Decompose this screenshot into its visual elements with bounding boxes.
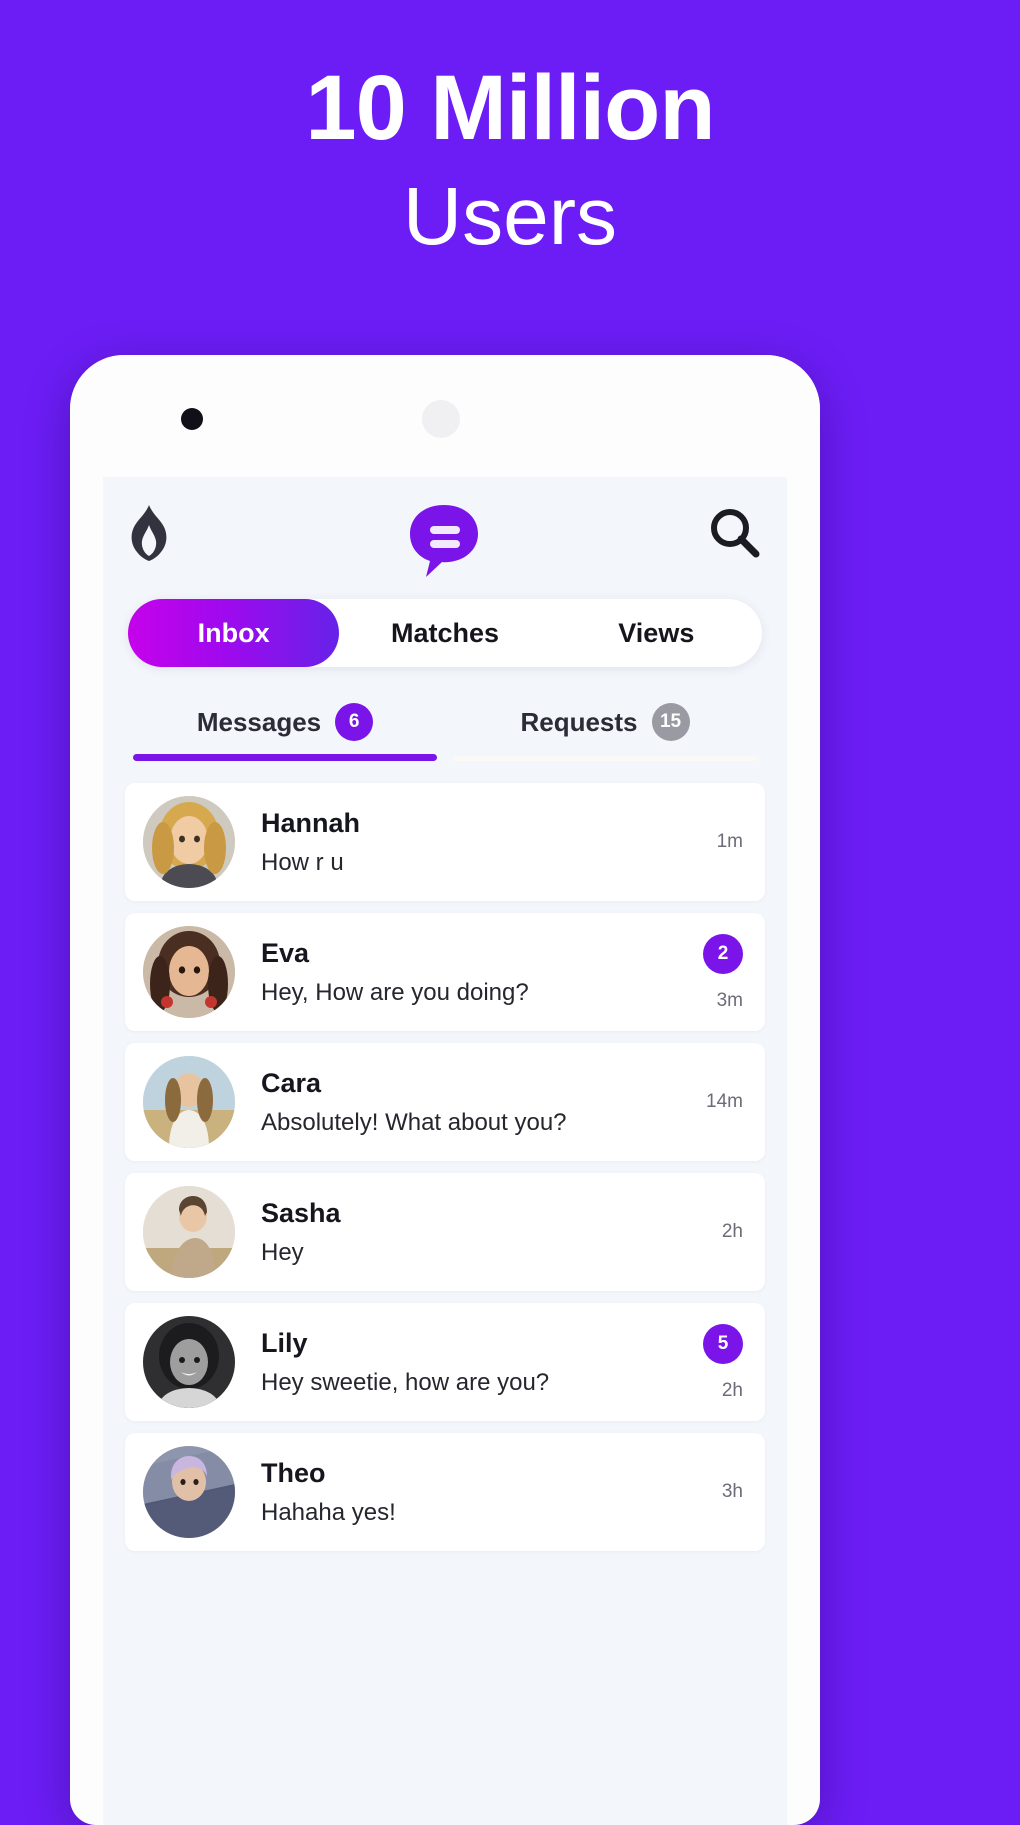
contact-name: Theo <box>261 1457 326 1488</box>
tab-views[interactable]: Views <box>551 599 762 667</box>
message-text-block: Lily Hey sweetie, how are you? <box>235 1327 691 1397</box>
list-item[interactable]: Hannah How r u 1m <box>125 783 765 901</box>
message-preview: Hey <box>261 1239 304 1267</box>
message-meta: 1m <box>691 796 743 888</box>
flame-icon[interactable] <box>125 505 173 561</box>
message-meta: 3h <box>691 1446 743 1538</box>
list-item[interactable]: Eva Hey, How are you doing? 2 3m <box>125 913 765 1031</box>
promo-headline: 10 Million Users <box>0 62 1020 258</box>
message-meta: 2h <box>691 1186 743 1278</box>
message-preview: How r u <box>261 849 344 877</box>
message-timestamp: 2h <box>721 1380 743 1401</box>
subtab-requests-label: Requests <box>520 706 638 737</box>
list-item[interactable]: Theo Hahaha yes! 3h <box>125 1433 765 1551</box>
message-text-block: Sasha Hey <box>235 1197 691 1267</box>
list-item[interactable]: Sasha Hey 2h <box>125 1173 765 1291</box>
subtab-messages-row: Messages 6 <box>125 703 445 741</box>
message-text-block: Hannah How r u <box>235 807 691 877</box>
message-timestamp: 14m <box>706 1091 743 1112</box>
contact-name: Eva <box>261 937 310 968</box>
chat-bubble-icon[interactable] <box>408 503 480 581</box>
avatar <box>143 926 235 1018</box>
app-header <box>103 477 787 589</box>
subtab-requests-badge: 15 <box>651 703 690 741</box>
message-text-block: Eva Hey, How are you doing? <box>235 937 691 1007</box>
message-preview: Hey, How are you doing? <box>261 979 529 1007</box>
message-timestamp: 3m <box>716 990 743 1011</box>
message-preview: Hey sweetie, how are you? <box>261 1369 550 1397</box>
inbox-segmented-control: Inbox Matches Views <box>128 599 762 667</box>
message-timestamp: 1m <box>716 831 743 852</box>
contact-name: Lily <box>261 1327 308 1358</box>
promo-headline-bold: 10 Million <box>305 57 715 159</box>
contact-name: Cara <box>261 1067 322 1098</box>
unread-count-badge: 5 <box>703 1324 743 1364</box>
message-meta: 5 2h <box>691 1316 743 1408</box>
tab-inbox[interactable]: Inbox <box>128 599 340 667</box>
avatar <box>143 1316 235 1408</box>
subtab-messages[interactable]: Messages 6 <box>125 703 445 761</box>
promo-headline-light: Users <box>402 171 618 262</box>
inbox-subtabs: Messages 6 Requests 15 <box>125 703 765 761</box>
subtab-messages-badge: 6 <box>335 703 374 741</box>
contact-name: Hannah <box>261 807 361 838</box>
message-preview: Absolutely! What about you? <box>261 1109 567 1137</box>
app-screen: Inbox Matches Views Messages 6 Requests … <box>103 477 787 1825</box>
subtab-requests[interactable]: Requests 15 <box>445 703 765 761</box>
avatar <box>143 1446 235 1538</box>
avatar <box>143 1186 235 1278</box>
subtab-messages-underline <box>133 754 437 761</box>
subtab-requests-underline <box>453 756 757 761</box>
list-item[interactable]: Lily Hey sweetie, how are you? 5 2h <box>125 1303 765 1421</box>
list-item[interactable]: Cara Absolutely! What about you? 14m <box>125 1043 765 1161</box>
avatar <box>143 1056 235 1148</box>
message-meta: 2 3m <box>691 926 743 1018</box>
tab-matches[interactable]: Matches <box>339 599 550 667</box>
earpiece-speaker <box>422 400 460 438</box>
message-text-block: Theo Hahaha yes! <box>235 1457 691 1527</box>
message-timestamp: 3h <box>721 1481 743 1502</box>
message-list: Hannah How r u 1m Eva Hey, How are you d… <box>103 783 787 1551</box>
message-meta: 14m <box>691 1056 743 1148</box>
unread-count-badge: 2 <box>703 934 743 974</box>
message-timestamp: 2h <box>721 1221 743 1242</box>
subtab-requests-row: Requests 15 <box>445 703 765 741</box>
phone-mockup: Inbox Matches Views Messages 6 Requests … <box>70 355 820 1825</box>
phone-top-bezel <box>70 355 820 477</box>
avatar <box>143 796 235 888</box>
message-preview: Hahaha yes! <box>261 1499 396 1527</box>
message-text-block: Cara Absolutely! What about you? <box>235 1067 691 1137</box>
contact-name: Sasha <box>261 1197 341 1228</box>
search-icon[interactable] <box>709 507 761 559</box>
subtab-messages-label: Messages <box>196 706 322 737</box>
front-camera-icon <box>181 408 203 430</box>
